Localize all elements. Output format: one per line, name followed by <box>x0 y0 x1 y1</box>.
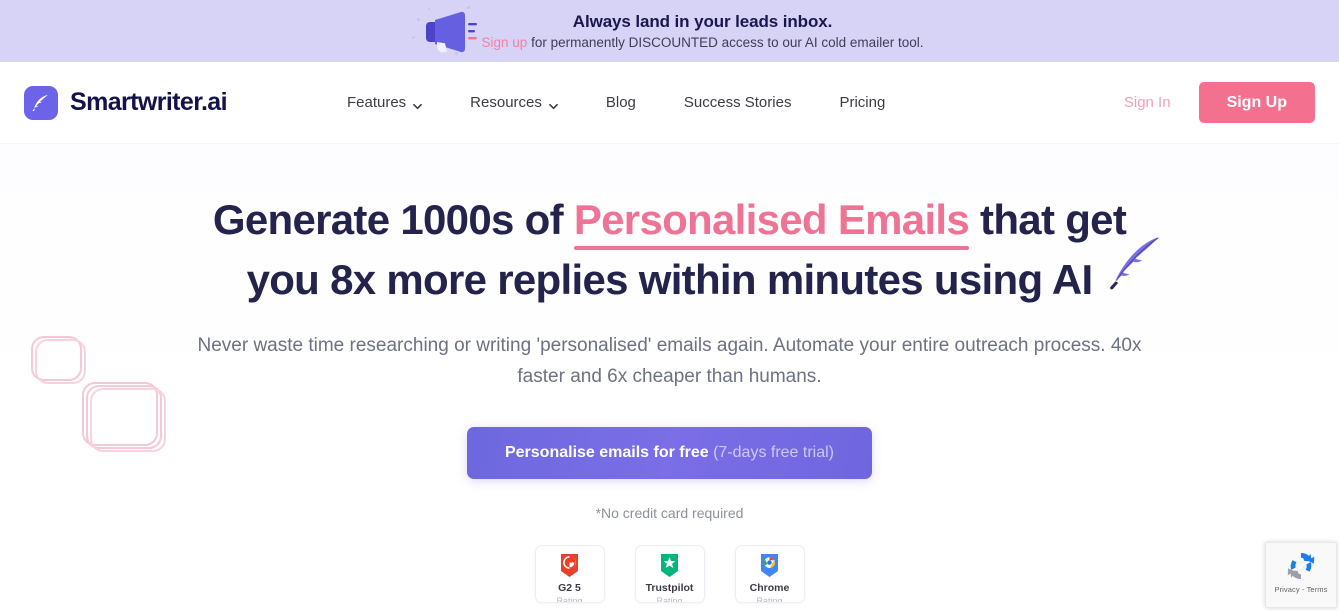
banner-signup-link[interactable]: Sign up <box>482 35 528 50</box>
sign-up-button[interactable]: Sign Up <box>1198 82 1315 123</box>
nav-item-blog[interactable]: Blog <box>582 94 660 111</box>
landing-page: Always land in your leads inbox. Sign up… <box>0 0 1339 611</box>
megaphone-icon <box>416 7 478 55</box>
badge-label: Trustpilot <box>645 581 694 594</box>
badge-label: G2 5 <box>558 581 581 594</box>
feather-quill-icon <box>24 85 58 120</box>
chevron-down-icon <box>413 98 423 110</box>
header-actions: Sign In Sign Up <box>1124 82 1315 123</box>
recaptcha-badge[interactable]: Privacy - Terms <box>1265 542 1337 608</box>
nav-item-label: Success Stories <box>683 94 792 111</box>
chevron-down-icon <box>549 98 558 110</box>
announcement-banner: Always land in your leads inbox. Sign up… <box>0 0 1339 62</box>
subhead-line1: Never waste time researching or writing … <box>197 335 1029 357</box>
cta-label: Personalise emails for free <box>504 443 709 461</box>
banner-subtitle: Sign up for permanently DISCOUNTED acces… <box>482 34 924 51</box>
banner-title: Always land in your leads inbox. <box>572 11 833 31</box>
main-navigation: Features Resources Blog Success Stories … <box>323 94 909 111</box>
headline-line2: you 8x more replies within minutes using… <box>246 255 1094 303</box>
recaptcha-privacy-terms[interactable]: Privacy - Terms <box>1274 585 1327 594</box>
cta-trial-note: (7-days free trial) <box>708 443 835 461</box>
g2-shield-icon <box>560 553 579 578</box>
trustpilot-shield-icon <box>660 553 679 578</box>
nav-item-label: Pricing <box>839 94 886 111</box>
chrome-shield-icon <box>760 553 779 578</box>
site-header: Smartwriter.ai Features Resources Blog S… <box>0 62 1339 144</box>
nav-item-label: Resources <box>470 94 542 111</box>
banner-subtitle-rest: for permanently DISCOUNTED access to our… <box>527 34 924 50</box>
badge-card-trustpilot[interactable]: Trustpilot Rating <box>634 544 705 603</box>
badge-sub: Rating <box>556 595 583 603</box>
personalise-emails-cta-button[interactable]: Personalise emails for free (7-days free… <box>466 426 873 479</box>
nav-item-label: Blog <box>605 94 636 111</box>
cta-container: Personalise emails for free (7-days free… <box>0 426 1339 479</box>
brand-name: Smartwriter.ai <box>70 88 228 116</box>
badge-sub: Rating <box>656 595 683 603</box>
headline-highlight: Personalised Emails <box>573 196 970 243</box>
badge-card-chrome[interactable]: Chrome Rating <box>734 544 805 603</box>
page-title: Generate 1000s of Personalised Emails th… <box>170 190 1170 309</box>
no-credit-card-note: *No credit card required <box>595 504 744 521</box>
feather-quill-icon <box>1102 234 1166 290</box>
nav-item-features[interactable]: Features <box>323 94 446 111</box>
badge-card-g2[interactable]: G2 5 Rating <box>534 544 605 603</box>
badge-sub: Rating <box>756 595 783 603</box>
hero-subheading: Never waste time researching or writing … <box>197 331 1143 393</box>
hero-section: Generate 1000s of Personalised Emails th… <box>0 144 1339 611</box>
nav-item-resources[interactable]: Resources <box>446 94 582 111</box>
nav-item-pricing[interactable]: Pricing <box>815 94 909 111</box>
recaptcha-logo-icon <box>1284 549 1318 583</box>
hero-content: Generate 1000s of Personalised Emails th… <box>0 144 1339 603</box>
headline-line2-wrap: you 8x more replies within minutes using… <box>246 236 1160 310</box>
nav-item-success-stories[interactable]: Success Stories <box>660 94 816 111</box>
nav-item-label: Features <box>346 94 407 111</box>
trust-badges: G2 5 Rating Trustpilot Rating Chrome Rat… <box>0 544 1339 603</box>
brand-logo-link[interactable]: Smartwriter.ai <box>24 85 228 120</box>
badge-label: Chrome <box>749 581 790 594</box>
headline-part1: Generate 1000s of <box>212 196 574 243</box>
sign-in-link[interactable]: Sign In <box>1124 94 1171 111</box>
